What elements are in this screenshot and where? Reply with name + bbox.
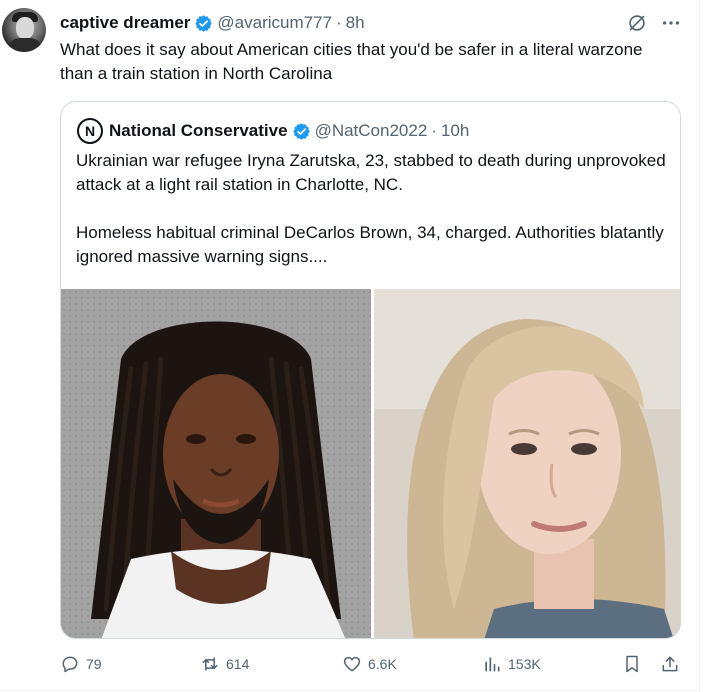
quote-paragraph: Homeless habitual criminal DeCarlos Brow… [76,223,664,266]
bookmark-icon[interactable] [622,654,642,674]
quote-author-name[interactable]: National Conservative [109,121,288,141]
views-count: 153K [508,656,541,672]
tweet-divider [0,690,700,691]
portrait-illustration [374,289,680,638]
repost-count: 614 [226,656,250,672]
quote-time[interactable]: 10h [441,121,469,141]
quote-logo-letter: N [84,123,96,139]
like-count: 6.6K [368,656,397,672]
tweet-card[interactable]: captive dreamer @avaricum777 · 8h What d… [0,0,706,692]
repost-button[interactable]: 614 [200,652,249,676]
quote-author-handle[interactable]: @NatCon2022 [315,121,428,141]
tweet-header: captive dreamer @avaricum777 · 8h [60,12,365,34]
photo-mugshot[interactable] [61,289,371,638]
reply-count: 79 [86,656,102,672]
quote-author-avatar[interactable]: N [77,118,103,144]
media-grid [61,289,680,638]
quote-text: Ukrainian war refugee Iryna Zarutska, 23… [76,149,671,269]
verified-badge-icon [292,122,310,140]
author-handle[interactable]: @avaricum777 [217,13,332,33]
avatar-body-shape [8,38,42,52]
quoted-tweet[interactable]: N National Conservative @NatCon2022 · 10… [60,101,681,639]
more-icon[interactable] [660,12,682,34]
reply-button[interactable]: 79 [60,652,102,676]
action-bar: 79 614 6.6K 153K [60,652,686,676]
avatar-face-shape [16,17,34,39]
like-button[interactable]: 6.6K [342,652,397,676]
share-icon[interactable] [660,654,680,674]
tweet-time[interactable]: 8h [346,13,365,33]
grok-icon[interactable] [626,12,648,34]
separator-dot: · [431,121,437,140]
repost-icon [202,657,218,671]
views-icon [485,657,500,672]
views-button[interactable]: 153K [482,652,541,676]
avatar[interactable] [2,8,46,52]
verified-badge-icon [195,14,213,32]
like-icon [343,656,361,672]
author-name[interactable]: captive dreamer [60,13,190,33]
photo-portrait[interactable] [374,289,680,638]
quote-paragraph: Ukrainian war refugee Iryna Zarutska, 23… [76,151,666,194]
tweet-text: What does it say about American cities t… [60,40,643,83]
quote-header: National Conservative @NatCon2022 · 10h [109,119,469,143]
separator-dot: · [336,13,342,32]
column-divider [699,0,700,692]
reply-icon [62,656,78,673]
mugshot-illustration [61,289,371,638]
